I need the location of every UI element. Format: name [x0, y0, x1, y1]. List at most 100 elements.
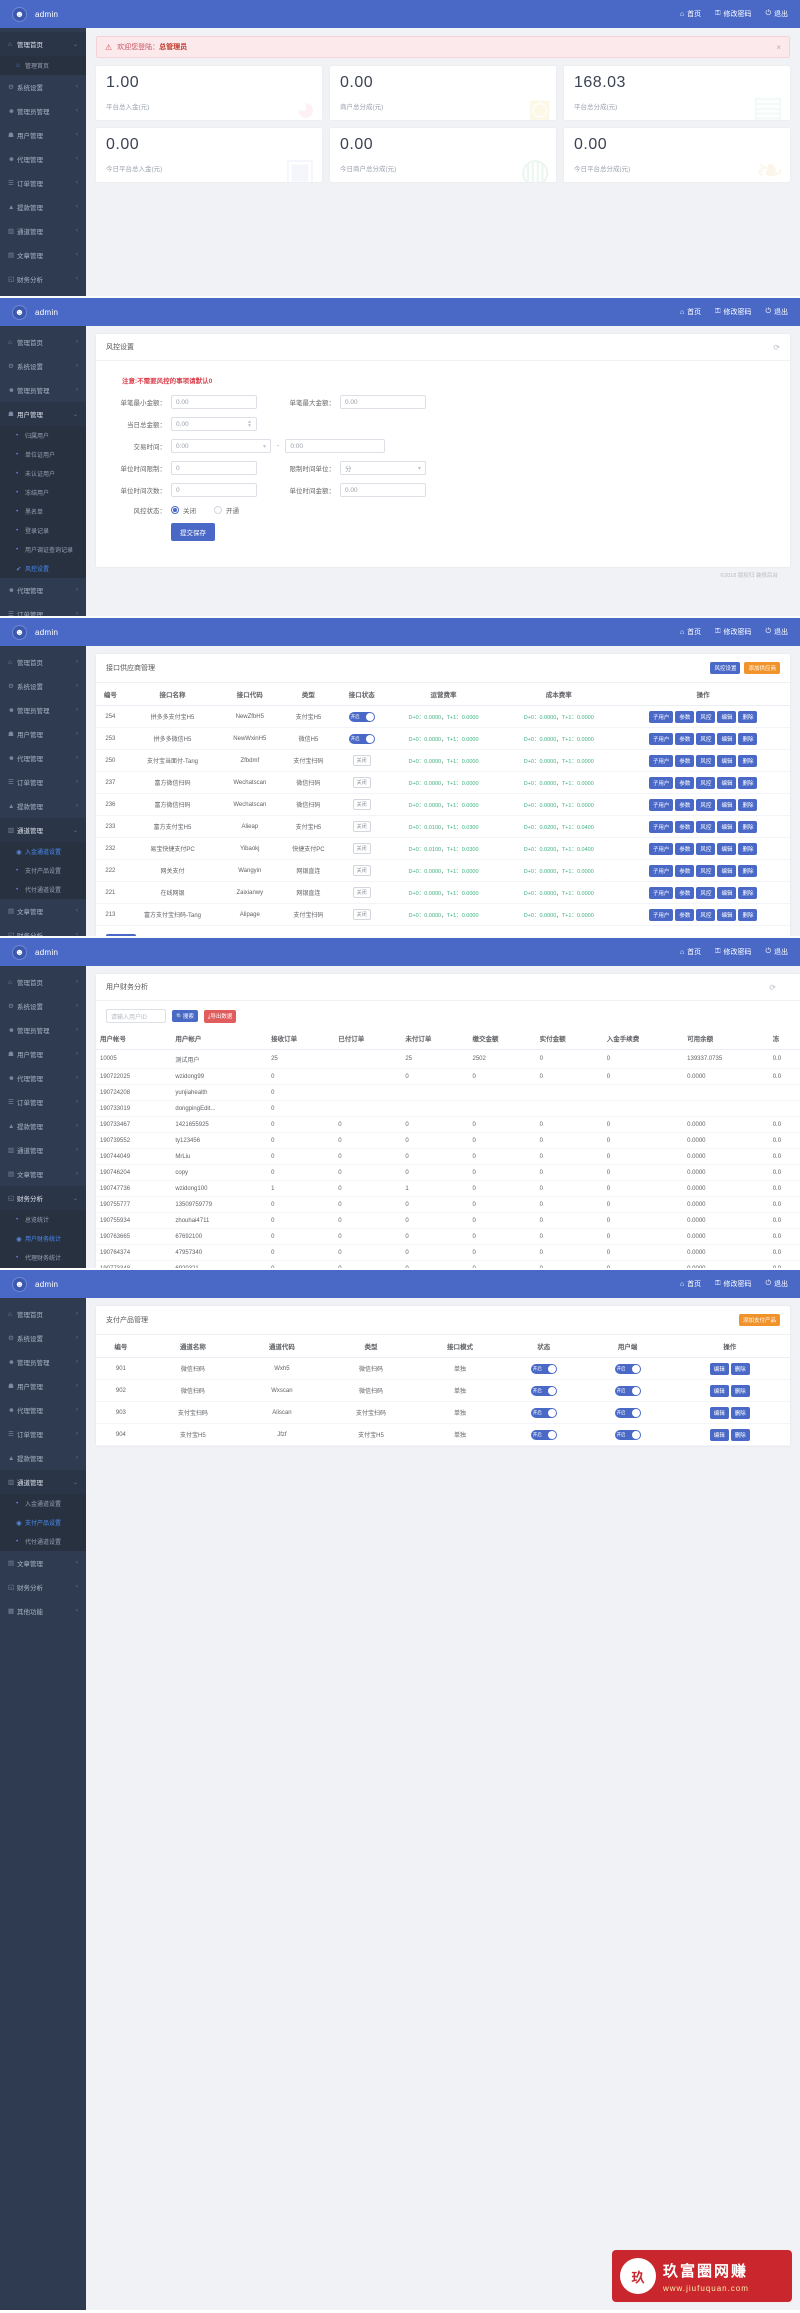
row-action-button[interactable]: 子用户	[648, 754, 674, 767]
sidebar-item-articles[interactable]: ▤ 文章管理 ‹	[0, 899, 86, 923]
sidebar-item-users[interactable]: ☗ 用户管理 ‹	[0, 722, 86, 746]
row-action-button[interactable]: 子用户	[648, 864, 674, 877]
sidebar-item-channels[interactable]: ▥ 通道管理 ‹	[0, 1138, 86, 1162]
row-action-button[interactable]: 编辑	[709, 1428, 729, 1441]
sidebar-item-home[interactable]: ⌂ 管理首页 ‹	[0, 650, 86, 674]
sidebar-item-orders[interactable]: ☰ 订单管理 ‹	[0, 1422, 86, 1446]
avatar[interactable]: ☻	[12, 944, 27, 960]
row-action-button[interactable]: 删除	[730, 1406, 750, 1419]
sidebar-subitem-login-log[interactable]: • 登录记录	[0, 521, 86, 540]
sidebar-subitem-all-users[interactable]: • 归属用户	[0, 426, 86, 445]
sidebar-item-system[interactable]: ⚙ 系统设置 ‹	[0, 75, 86, 99]
sidebar-item-home[interactable]: ⌂ 管理首页 ‹	[0, 330, 86, 354]
sidebar-item-articles[interactable]: ▤ 文章管理 ‹	[0, 1551, 86, 1575]
sidebar-item-finance[interactable]: ◱财务分析‹	[0, 923, 86, 936]
sidebar-item-articles[interactable]: ▤ 文章管理 ‹	[0, 1162, 86, 1186]
row-action-button[interactable]: 子用户	[648, 710, 674, 723]
avatar[interactable]: ☻	[12, 1276, 27, 1292]
sidebar-item-users[interactable]: ☗ 用户管理 ‹	[0, 1374, 86, 1398]
sidebar-item-system[interactable]: ⚙ 系统设置 ‹	[0, 354, 86, 378]
sidebar-subitem-blacklist[interactable]: • 黑名单	[0, 502, 86, 521]
client-toggle[interactable]: 开启	[614, 1407, 641, 1418]
radio-risk-off[interactable]: 关闭	[171, 505, 196, 515]
row-action-button[interactable]: 风控	[696, 710, 716, 723]
sidebar-subitem-agent-finance[interactable]: • 代理财务统计	[0, 1248, 86, 1267]
sidebar-subitem-query-log[interactable]: • 用户调证查询记录	[0, 540, 86, 559]
client-toggle[interactable]: 开启	[614, 1363, 641, 1374]
client-toggle[interactable]: 开启	[614, 1385, 641, 1396]
sidebar-item-agents[interactable]: ☻ 代理管理 ‹	[0, 1398, 86, 1422]
refresh-icon[interactable]: ⟳	[769, 983, 776, 992]
row-action-button[interactable]: 删除	[738, 776, 758, 789]
topbar-link-home[interactable]: ⌂ 首页	[680, 9, 701, 19]
row-action-button[interactable]: 删除	[738, 732, 758, 745]
row-action-button[interactable]: 子用户	[648, 908, 674, 921]
row-action-button[interactable]: 风控	[696, 864, 716, 877]
row-action-button[interactable]: 参数	[675, 776, 695, 789]
row-action-button[interactable]: 子用户	[648, 886, 674, 899]
row-action-button[interactable]: 风控	[696, 908, 716, 921]
row-action-button[interactable]: 风控	[696, 732, 716, 745]
row-action-button[interactable]: 删除	[730, 1428, 750, 1441]
topbar-link-logout[interactable]: ⏻ 退出	[765, 307, 788, 317]
sidebar-item-channels[interactable]: ▥ 通道管理 ⌄	[0, 818, 86, 842]
sidebar-subitem-payout-channel[interactable]: • 代付通道设置	[0, 1532, 86, 1551]
sidebar-item-orders[interactable]: ☰ 订单管理 ‹	[0, 770, 86, 794]
row-action-button[interactable]: 参数	[675, 886, 695, 899]
status-toggle[interactable]: 开启	[530, 1429, 557, 1440]
row-action-button[interactable]: 子用户	[648, 842, 674, 855]
sidebar-item-users[interactable]: ☗ 用户管理 ‹	[0, 123, 86, 147]
row-action-button[interactable]: 参数	[675, 732, 695, 745]
topbar-link-home[interactable]: ⌂ 首页	[680, 947, 701, 957]
sidebar-item-channels[interactable]: ▥ 通道管理 ⌄	[0, 1470, 86, 1494]
sidebar-item-channels[interactable]: ▥ 通道管理 ‹	[0, 219, 86, 243]
submit-save-button[interactable]: 提交保存	[171, 523, 215, 541]
sidebar-subitem-inbound-channel[interactable]: ◉ 入金通道设置	[0, 842, 86, 861]
row-action-button[interactable]: 风控	[696, 886, 716, 899]
row-count-button[interactable]: 显示条数	[106, 934, 137, 936]
sidebar-item-users[interactable]: ☗ 用户管理 ⌄	[0, 402, 86, 426]
unit-time-limit-input[interactable]: 0	[171, 461, 257, 475]
refresh-icon[interactable]: ⟳	[773, 343, 780, 352]
topbar-link-password[interactable]: ⚿ 修改密码	[715, 9, 751, 19]
row-action-button[interactable]: 编辑	[717, 908, 737, 921]
sidebar-subitem-payout-channel[interactable]: • 代付通道设置	[0, 880, 86, 899]
sidebar-item-withdraw[interactable]: ▲ 提款管理 ‹	[0, 1114, 86, 1138]
sidebar-subitem-pay-product[interactable]: ◉ 支付产品设置	[0, 1513, 86, 1532]
add-supplier-button[interactable]: 添加供应商	[744, 662, 780, 674]
export-button[interactable]: ⤓导出数据	[203, 1009, 237, 1023]
client-toggle[interactable]: 开启	[614, 1429, 641, 1440]
trade-time-start-select[interactable]: 0:00 ▾	[171, 439, 271, 453]
topbar-link-logout[interactable]: ⏻ 退出	[765, 9, 788, 19]
row-action-button[interactable]: 编辑	[709, 1384, 729, 1397]
topbar-link-home[interactable]: ⌂ 首页	[680, 307, 701, 317]
row-action-button[interactable]: 参数	[675, 908, 695, 921]
sidebar-item-admins[interactable]: ☻ 管理员管理 ‹	[0, 1018, 86, 1042]
sidebar-item-orders[interactable]: ☰ 订单管理 ‹	[0, 602, 86, 616]
row-action-button[interactable]: 编辑	[717, 710, 737, 723]
sidebar-item-orders[interactable]: ☰ 订单管理 ‹	[0, 1090, 86, 1114]
sidebar-item-system[interactable]: ⚙ 系统设置 ‹	[0, 674, 86, 698]
row-action-button[interactable]: 编辑	[717, 864, 737, 877]
sidebar-item-agents[interactable]: ☻ 代理管理 ‹	[0, 746, 86, 770]
radio-risk-on[interactable]: 开通	[214, 505, 239, 515]
row-action-button[interactable]: 编辑	[717, 886, 737, 899]
status-toggle[interactable]: 开启	[348, 733, 375, 744]
row-action-button[interactable]: 参数	[675, 820, 695, 833]
avatar[interactable]: ☻	[12, 304, 27, 320]
row-action-button[interactable]: 编辑	[717, 820, 737, 833]
avatar[interactable]: ☻	[12, 624, 27, 640]
sidebar-item-withdraw[interactable]: ▲ 提款管理 ‹	[0, 195, 86, 219]
row-action-button[interactable]: 子用户	[648, 776, 674, 789]
row-action-button[interactable]: 子用户	[648, 732, 674, 745]
row-action-button[interactable]: 删除	[730, 1362, 750, 1375]
sidebar-subitem-risk-settings[interactable]: ✔ 风控设置	[0, 559, 86, 578]
sidebar-item-finance[interactable]: ◱ 财务分析 ⌄	[0, 1186, 86, 1210]
sidebar-subitem-verified-users[interactable]: • 单位证用户	[0, 445, 86, 464]
close-icon[interactable]: ×	[776, 43, 781, 52]
row-action-button[interactable]: 编辑	[717, 798, 737, 811]
sidebar-subitem-interface-finance[interactable]: •接口财务统计	[0, 1267, 86, 1268]
row-action-button[interactable]: 参数	[675, 842, 695, 855]
row-action-button[interactable]: 子用户	[648, 820, 674, 833]
row-action-button[interactable]: 删除	[738, 820, 758, 833]
